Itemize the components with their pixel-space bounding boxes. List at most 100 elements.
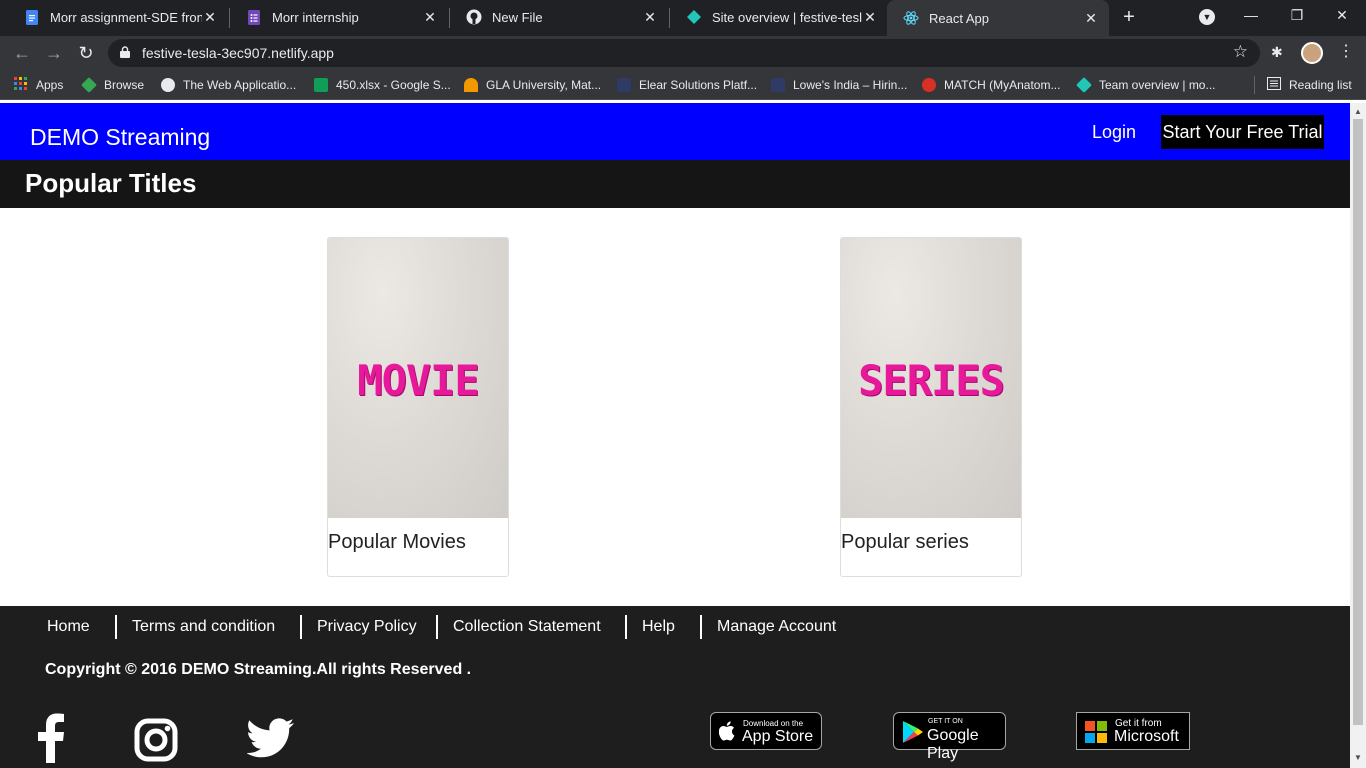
store-small-text: Download on the (743, 719, 804, 728)
bookmark-label: Team overview | mo... (1099, 78, 1216, 92)
free-trial-button[interactable]: Start Your Free Trial (1161, 115, 1324, 149)
site-header: DEMO Streaming Login Start Your Free Tri… (0, 103, 1350, 160)
card-label[interactable]: Popular series (841, 531, 969, 554)
forward-icon[interactable]: → (42, 41, 66, 65)
github-icon (466, 9, 482, 25)
page-viewport: DEMO Streaming Login Start Your Free Tri… (0, 103, 1350, 768)
brand-logo[interactable]: DEMO Streaming (30, 124, 210, 151)
microsoft-store-badge[interactable]: Get it from Microsoft (1076, 712, 1190, 750)
app-store-badge[interactable]: Download on the App Store (710, 712, 822, 750)
netlify-icon (686, 9, 702, 25)
bookmark-browse[interactable]: Browse (81, 76, 145, 94)
bookmark-star-icon[interactable]: ☆ (1233, 42, 1248, 62)
reading-list-icon (1267, 77, 1281, 93)
tab-title: Morr assignment-SDE fronter (50, 9, 202, 25)
tab-title: Site overview | festive-tesla-3 (712, 9, 862, 25)
footer-divider (115, 615, 117, 639)
twitter-icon[interactable] (247, 718, 295, 758)
popular-movies-card[interactable]: MOVIE Popular Movies (327, 237, 509, 577)
bookmark-lowes[interactable]: Lowe's India – Hirin... (771, 76, 907, 94)
tab-new-file[interactable]: New File ✕ (450, 0, 668, 34)
tab-title: React App (929, 10, 989, 26)
gla-icon (464, 78, 478, 92)
docs-icon (24, 9, 40, 25)
poster-text: SERIES (858, 356, 1005, 405)
google-play-icon (903, 721, 923, 743)
bookmark-separator (1254, 76, 1255, 94)
close-icon[interactable]: ✕ (1083, 10, 1099, 27)
bookmark-label: Lowe's India – Hirin... (793, 78, 908, 92)
address-bar[interactable]: festive-tesla-3ec907.netlify.app ☆ (108, 39, 1260, 67)
extensions-icon[interactable]: ✱ (1271, 44, 1283, 61)
bookmark-sheets[interactable]: 450.xlsx - Google S... (314, 76, 451, 94)
poster-text: MOVIE (357, 356, 479, 405)
instagram-icon[interactable] (134, 718, 178, 762)
tab-title: New File (492, 9, 543, 25)
scroll-up-icon[interactable]: ▲ (1354, 107, 1362, 116)
profile-avatar[interactable] (1301, 42, 1323, 64)
movie-poster[interactable]: MOVIE (328, 238, 508, 518)
close-icon[interactable]: ✕ (202, 9, 218, 26)
tab-site-overview[interactable]: Site overview | festive-tesla-3 ✕ (670, 0, 888, 34)
bookmark-elear[interactable]: Elear Solutions Platf... (617, 76, 757, 94)
globe-icon (161, 78, 175, 92)
microsoft-icon (1085, 721, 1107, 743)
card-label[interactable]: Popular Movies (328, 531, 466, 554)
bookmark-apps[interactable]: Apps (14, 76, 63, 94)
footer-link-home[interactable]: Home (47, 618, 90, 636)
window-close-icon[interactable]: ✕ (1327, 4, 1357, 26)
popular-series-card[interactable]: SERIES Popular series (840, 237, 1022, 577)
bookmark-label: Apps (36, 78, 64, 92)
tab-morr-internship[interactable]: Morr internship ✕ (230, 0, 448, 34)
footer-link-privacy[interactable]: Privacy Policy (317, 618, 417, 636)
section-header: Popular Titles (0, 160, 1350, 208)
bookmark-match[interactable]: MATCH (MyAnatom... (922, 76, 1060, 94)
reading-list-label: Reading list (1289, 78, 1352, 92)
react-icon (903, 10, 919, 26)
minimize-icon[interactable]: — (1236, 4, 1266, 26)
browse-icon (81, 77, 97, 93)
copyright-text: Copyright © 2016 DEMO Streaming.All righ… (45, 661, 472, 678)
back-icon[interactable]: ← (10, 41, 34, 65)
scrollbar-thumb[interactable] (1353, 119, 1363, 725)
bookmark-label: Browse (104, 78, 145, 92)
tab-strip: Morr assignment-SDE fronter ✕ Morr inter… (0, 0, 1366, 36)
footer-link-help[interactable]: Help (642, 618, 675, 636)
footer-link-terms[interactable]: Terms and condition (132, 618, 275, 636)
new-tab-button[interactable]: + (1118, 6, 1140, 28)
bookmarks-bar: Apps Browse The Web Applicatio... 450.xl… (0, 70, 1366, 100)
bookmark-web-application[interactable]: The Web Applicatio... (161, 76, 296, 94)
lowes-icon (771, 78, 785, 92)
restore-icon[interactable]: ❐ (1282, 4, 1312, 26)
reload-icon[interactable]: ↻ (74, 41, 98, 65)
footer-divider (700, 615, 702, 639)
store-small-text: GET IT ON (928, 718, 963, 725)
series-poster[interactable]: SERIES (841, 238, 1021, 518)
bookmark-label: Elear Solutions Platf... (639, 78, 758, 92)
forms-icon (246, 9, 262, 25)
footer-link-manage-account[interactable]: Manage Account (717, 618, 836, 636)
google-play-badge[interactable]: GET IT ON Google Play (893, 712, 1006, 762)
bookmark-label: The Web Applicatio... (183, 78, 297, 92)
page-scrollbar[interactable]: ▲ ▼ (1350, 103, 1366, 768)
apps-grid-icon (14, 76, 28, 94)
sheets-icon (314, 78, 328, 92)
close-icon[interactable]: ✕ (642, 9, 658, 26)
tab-morr-assignment[interactable]: Morr assignment-SDE fronter ✕ (8, 0, 228, 34)
reading-list[interactable]: Reading list (1267, 76, 1352, 94)
close-icon[interactable]: ✕ (862, 9, 878, 26)
bookmark-label: MATCH (MyAnatom... (944, 78, 1061, 92)
bookmark-team-overview[interactable]: Team overview | mo... (1076, 76, 1216, 94)
bookmark-gla[interactable]: GLA University, Mat... (464, 76, 601, 94)
bookmark-label: 450.xlsx - Google S... (336, 78, 451, 92)
tab-react-app[interactable]: React App ✕ (887, 0, 1109, 36)
facebook-icon[interactable] (36, 713, 66, 763)
login-link[interactable]: Login (1092, 122, 1136, 143)
tab-search-icon[interactable]: ▼ (1199, 9, 1215, 25)
footer-link-collection[interactable]: Collection Statement (453, 618, 601, 636)
scroll-down-icon[interactable]: ▼ (1354, 753, 1362, 762)
footer-divider (436, 615, 438, 639)
menu-icon[interactable]: ⋮ (1338, 41, 1354, 61)
close-icon[interactable]: ✕ (422, 9, 438, 26)
apple-icon (719, 721, 735, 741)
